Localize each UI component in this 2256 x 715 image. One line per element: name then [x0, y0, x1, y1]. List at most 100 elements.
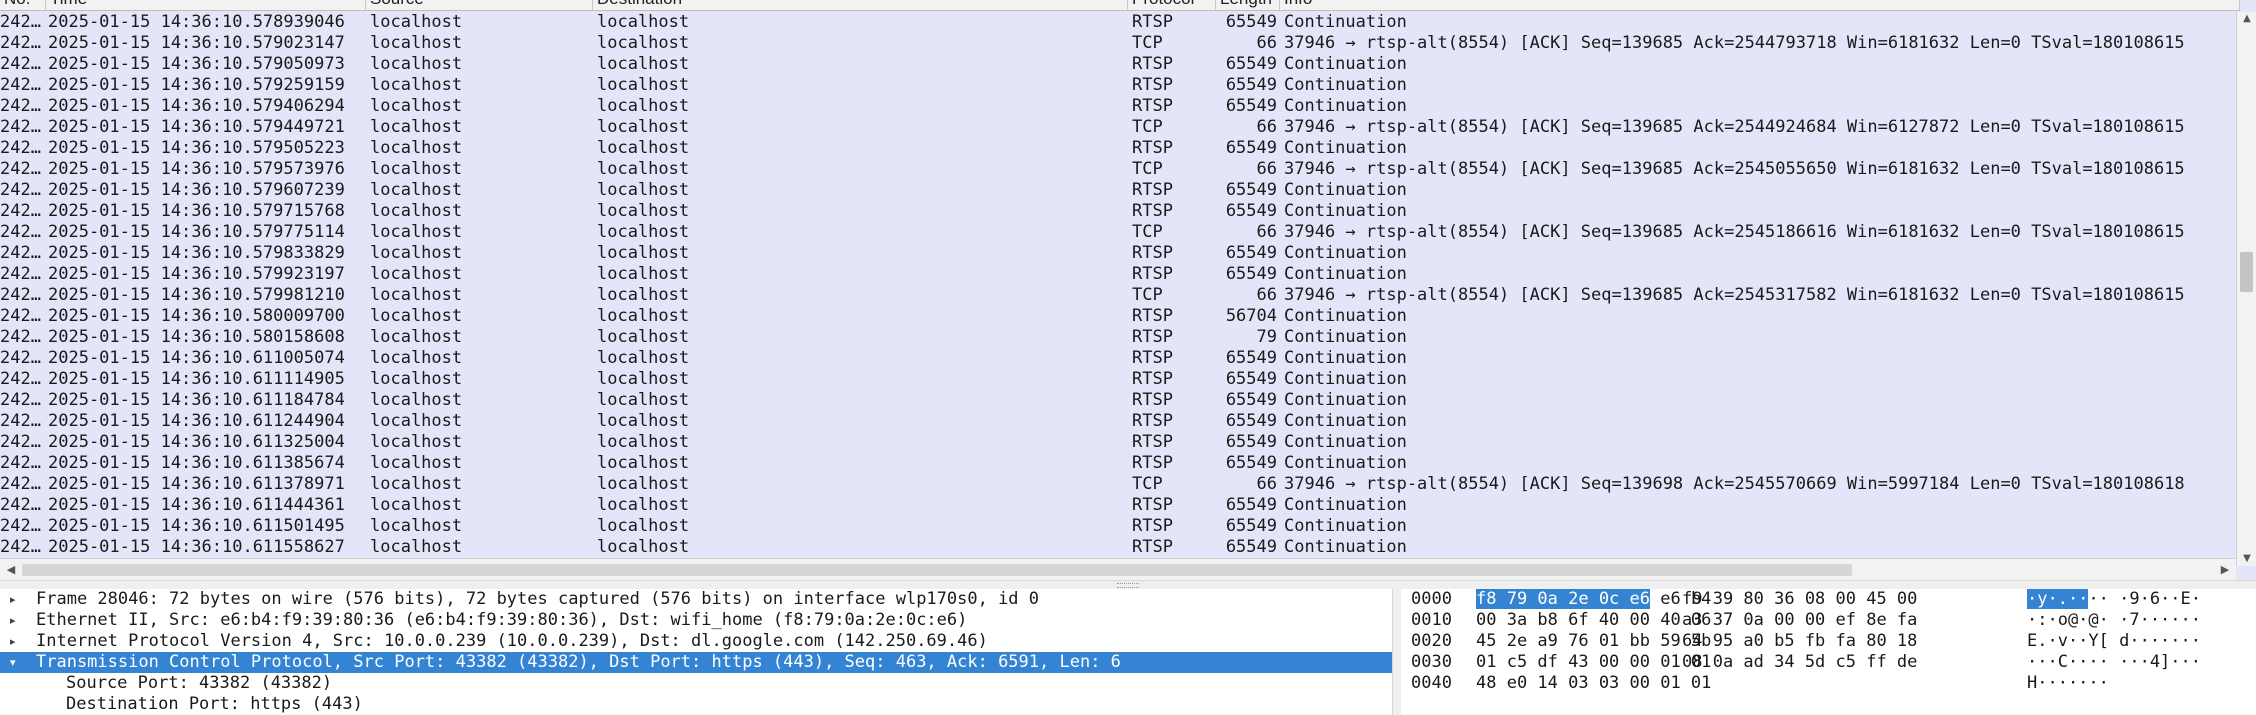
- column-header-destination[interactable]: Destination: [593, 0, 1128, 10]
- ascii-bytes[interactable]: H·······: [2027, 673, 2109, 694]
- column-header-protocol[interactable]: Protocol: [1128, 0, 1216, 10]
- packet-details-tree[interactable]: ▸ Frame 28046: 72 bytes on wire (576 bits…: [0, 589, 1392, 715]
- hex-offset: 0020: [1411, 631, 1452, 651]
- packet-number: 242…: [0, 180, 41, 200]
- packet-number: 242…: [0, 222, 41, 242]
- expand-triangle-icon[interactable]: ▸: [10, 631, 24, 652]
- packet-row[interactable]: 242… 2025-01-15 14:36:10.611325004 localho…: [0, 432, 2236, 453]
- hex-bytes-second-half[interactable]: a3 37 0a 00 00 ef 8e fa: [1682, 610, 1917, 631]
- splitter-grip-icon[interactable]: [1117, 583, 1139, 588]
- packet-row[interactable]: 242… 2025-01-15 14:36:10.579715768 localho…: [0, 201, 2236, 222]
- hex-bytes-first-half[interactable]: 00 3a b8 6f 40 00 40 06: [1476, 610, 1711, 631]
- column-header-length[interactable]: Length: [1216, 0, 1280, 10]
- packet-row[interactable]: 242… 2025-01-15 14:36:10.579023147 localho…: [0, 33, 2236, 54]
- packet-row[interactable]: 242… 2025-01-15 14:36:10.611184784 localho…: [0, 390, 2236, 411]
- scroll-down-arrow-icon[interactable]: ▼: [2237, 552, 2256, 566]
- packet-row[interactable]: 242… 2025-01-15 14:36:10.611378971 localho…: [0, 474, 2236, 495]
- packet-row[interactable]: 242… 2025-01-15 14:36:10.579923197 localho…: [0, 264, 2236, 285]
- packet-row[interactable]: 242… 2025-01-15 14:36:10.580009700 localho…: [0, 306, 2236, 327]
- detail-field-row[interactable]: Destination Port: https (443): [0, 694, 1392, 715]
- packet-row[interactable]: 242… 2025-01-15 14:36:10.579981210 localho…: [0, 285, 2236, 306]
- hex-bytes-first-half[interactable]: 45 2e a9 76 01 bb 59 5b: [1476, 631, 1711, 652]
- packet-list-vertical-scrollbar[interactable]: ▲ ▼: [2236, 12, 2256, 566]
- horizontal-scroll-thumb[interactable]: [22, 564, 1852, 576]
- vertical-scroll-thumb[interactable]: [2240, 252, 2253, 292]
- packet-row[interactable]: 242… 2025-01-15 14:36:10.580158608 localho…: [0, 327, 2236, 348]
- packet-row[interactable]: 242… 2025-01-15 14:36:10.579259159 localho…: [0, 75, 2236, 96]
- detail-tree-row[interactable]: ▸ Internet Protocol Version 4, Src: 10.0.…: [0, 631, 1392, 652]
- ascii-bytes[interactable]: E.·v··Y[ d·······: [2027, 631, 2201, 652]
- packet-row[interactable]: 242… 2025-01-15 14:36:10.579573976 localho…: [0, 159, 2236, 180]
- expand-triangle-icon[interactable]: ▸: [10, 610, 24, 631]
- packet-row[interactable]: 242… 2025-01-15 14:36:10.611558627 localho…: [0, 537, 2236, 558]
- scroll-left-arrow-icon[interactable]: ◀: [2, 561, 20, 579]
- packet-length: 66: [1256, 222, 1277, 242]
- packet-protocol: RTSP: [1132, 264, 1173, 284]
- packet-number: 242…: [0, 348, 41, 368]
- hex-bytes-second-half[interactable]: f9 39 80 36 08 00 45 00: [1682, 589, 1917, 610]
- ascii-bytes-highlighted[interactable]: ·y·.··: [2027, 589, 2089, 609]
- detail-tree-row[interactable]: ▸ Frame 28046: 72 bytes on wire (576 bits…: [0, 589, 1392, 610]
- packet-protocol: TCP: [1132, 285, 1163, 305]
- packet-row[interactable]: 242… 2025-01-15 14:36:10.611501495 localho…: [0, 516, 2236, 537]
- column-header-info[interactable]: Info: [1280, 0, 2240, 10]
- packet-protocol: TCP: [1132, 159, 1163, 179]
- packet-row[interactable]: 242… 2025-01-15 14:36:10.579607239 localho…: [0, 180, 2236, 201]
- packet-list-horizontal-scrollbar[interactable]: ◀ ▶: [0, 558, 2236, 580]
- packet-source: localhost: [370, 222, 463, 242]
- column-header-no[interactable]: No.: [0, 0, 46, 10]
- hex-bytes-first-half[interactable]: 48 e0 14 03 03 00 01 01: [1476, 673, 1711, 694]
- hex-bytes-first-half[interactable]: f8 79 0a 2e 0c e6 e6 b4: [1476, 589, 1711, 610]
- packet-list[interactable]: No. Time Source Destination Protocol Len…: [0, 0, 2256, 580]
- column-header-time[interactable]: Time: [46, 0, 366, 10]
- packet-info: Continuation: [1284, 54, 1407, 74]
- packet-number: 242…: [0, 411, 41, 431]
- packet-source: localhost: [370, 159, 463, 179]
- hex-bytes-highlighted[interactable]: f8 79 0a 2e 0c e6: [1476, 589, 1650, 609]
- ascii-bytes[interactable]: ·:·o@·@· ·7······: [2027, 610, 2201, 631]
- packet-source: localhost: [370, 432, 463, 452]
- packet-row[interactable]: 242… 2025-01-15 14:36:10.579505223 localho…: [0, 138, 2236, 159]
- packet-source: localhost: [370, 96, 463, 116]
- packet-number: 242…: [0, 12, 41, 32]
- packet-info: Continuation: [1284, 516, 1407, 536]
- packet-row[interactable]: 242… 2025-01-15 14:36:10.579833829 localho…: [0, 243, 2236, 264]
- packet-time: 2025-01-15 14:36:10.611244904: [48, 411, 345, 431]
- packet-row[interactable]: 242… 2025-01-15 14:36:10.611444361 localho…: [0, 495, 2236, 516]
- packet-row[interactable]: 242… 2025-01-15 14:36:10.611244904 localho…: [0, 411, 2236, 432]
- ascii-bytes[interactable]: ·y·.···· ·9·6··E·: [2027, 589, 2201, 610]
- detail-tree-row[interactable]: ▸ Ethernet II, Src: e6:b4:f9:39:80:36 (e6…: [0, 610, 1392, 631]
- packet-time: 2025-01-15 14:36:10.579406294: [48, 96, 345, 116]
- packet-source: localhost: [370, 369, 463, 389]
- hex-bytes-second-half[interactable]: 08 0a ad 34 5d c5 ff de: [1682, 652, 1917, 673]
- column-header-source[interactable]: Source: [366, 0, 593, 10]
- packet-destination: localhost: [597, 432, 690, 452]
- packet-row[interactable]: 242… 2025-01-15 14:36:10.579449721 localho…: [0, 117, 2236, 138]
- packet-number: 242…: [0, 537, 41, 557]
- detail-field-row[interactable]: Source Port: 43382 (43382): [0, 673, 1392, 694]
- packet-row[interactable]: 242… 2025-01-15 14:36:10.578939046 localho…: [0, 12, 2236, 33]
- hex-bytes-second-half[interactable]: 64 95 a0 b5 fb fa 80 18: [1682, 631, 1917, 652]
- packet-info: Continuation: [1284, 12, 1407, 32]
- packet-row[interactable]: 242… 2025-01-15 14:36:10.579406294 localho…: [0, 96, 2236, 117]
- packet-row[interactable]: 242… 2025-01-15 14:36:10.611114905 localho…: [0, 369, 2236, 390]
- expand-triangle-icon[interactable]: ▸: [10, 589, 24, 610]
- ascii-bytes-text: ·:·o@·@· ·7······: [2027, 610, 2201, 630]
- hex-bytes-first-half[interactable]: 01 c5 df 43 00 00 01 01: [1476, 652, 1711, 673]
- packet-length: 65549: [1225, 243, 1277, 263]
- packet-row[interactable]: 242… 2025-01-15 14:36:10.579775114 localho…: [0, 222, 2236, 243]
- packet-protocol: RTSP: [1132, 96, 1173, 116]
- scroll-right-arrow-icon[interactable]: ▶: [2216, 561, 2234, 579]
- hex-offset: 0000: [1411, 589, 1452, 609]
- collapse-triangle-icon[interactable]: ▾: [10, 652, 24, 673]
- packet-bytes-pane[interactable]: 0000 f8 79 0a 2e 0c e6 e6 b4 f9 39 80 36 0…: [1401, 589, 2256, 715]
- ascii-bytes[interactable]: ···C···· ···4]···: [2027, 652, 2201, 673]
- packet-info: Continuation: [1284, 75, 1407, 95]
- detail-tree-row[interactable]: ▾ Transmission Control Protocol, Src Port…: [0, 652, 1392, 673]
- packet-row[interactable]: 242… 2025-01-15 14:36:10.611385674 localho…: [0, 453, 2236, 474]
- packet-row[interactable]: 242… 2025-01-15 14:36:10.611005074 localho…: [0, 348, 2236, 369]
- packet-destination: localhost: [597, 33, 690, 53]
- packet-time: 2025-01-15 14:36:10.611378971: [48, 474, 345, 494]
- scroll-up-arrow-icon[interactable]: ▲: [2237, 12, 2256, 26]
- packet-row[interactable]: 242… 2025-01-15 14:36:10.579050973 localho…: [0, 54, 2236, 75]
